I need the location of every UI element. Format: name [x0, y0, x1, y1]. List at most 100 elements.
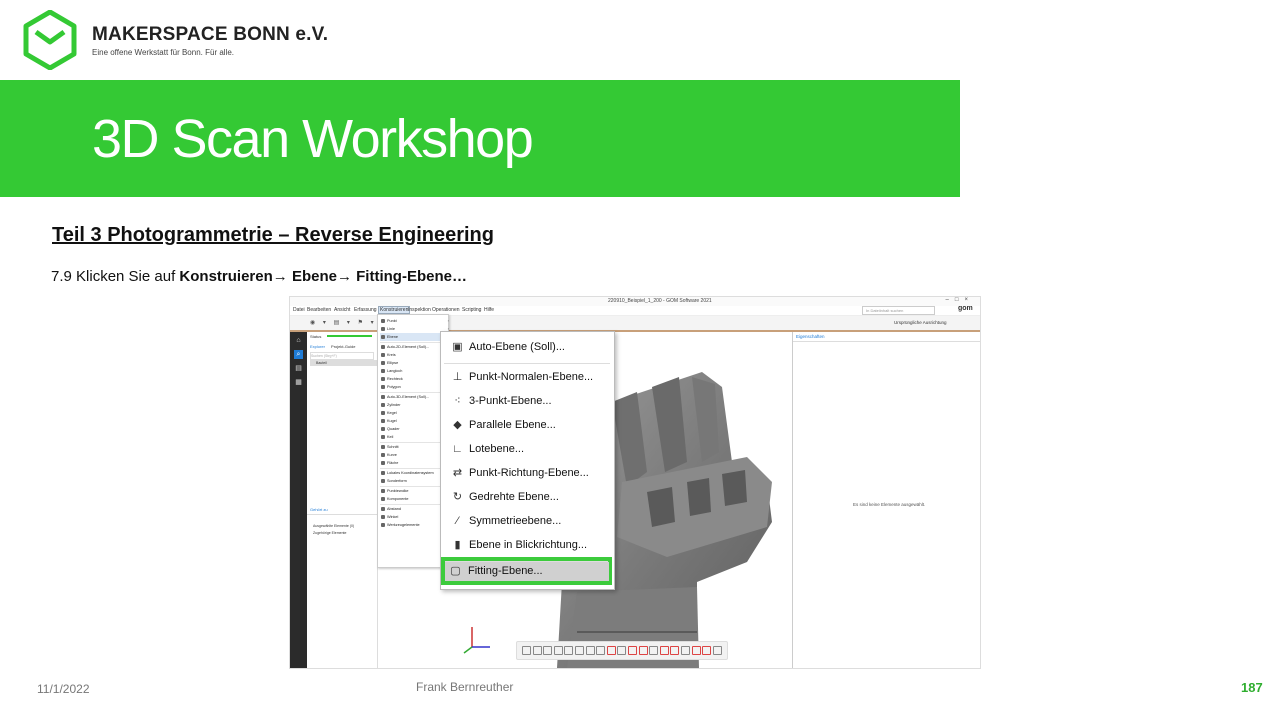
plane-menu-item[interactable]: ⁖ 3-Punkt-Ebene... [444, 391, 610, 411]
status-label: Status [310, 334, 322, 339]
view-tool-icon[interactable] [606, 646, 616, 655]
explorer-tabs[interactable]: Explorer Projekt-Guide [310, 344, 356, 349]
explorer-search-input[interactable]: Suchen (Strg+F) [310, 352, 374, 360]
plane-menu-item[interactable]: ◆ Parallele Ebene... [444, 415, 610, 435]
menu-item-fitting-ebene[interactable]: ▢ Fitting-Ebene... [445, 562, 609, 581]
construct-menu: Punkt›Linie›Ebene›Auto-2D-Element (Soll)… [377, 314, 451, 568]
instruction-text: 7.9 Klicken Sie auf Konstruieren→ Ebene→… [51, 268, 467, 285]
list-item[interactable]: Zugehörige Elemente [313, 531, 346, 535]
menu-item-icon [381, 345, 385, 349]
plane-tool-icon: ◆ [453, 419, 462, 431]
view-tool-icon[interactable] [691, 646, 701, 655]
view-tool-icon[interactable] [617, 646, 627, 655]
tree-node-bauteil[interactable]: Bauteil [310, 360, 380, 366]
menu-inspektion[interactable]: Inspektion [408, 307, 431, 313]
menu-item-icon [381, 427, 385, 431]
tab-eigenschaften[interactable]: Eigenschaften [796, 334, 825, 339]
plane-menu-item[interactable]: ▮ Ebene in Blickrichtung... [444, 535, 610, 555]
view-tool-icon[interactable] [553, 646, 563, 655]
axis-triad-icon [463, 627, 490, 654]
menu-operationen[interactable]: Operationen [432, 307, 460, 313]
view-tool-icon[interactable] [575, 646, 584, 655]
menu-item-label: Auto-2D-Element (Soll)... [387, 345, 430, 349]
menu-hilfe[interactable]: Hilfe [484, 307, 494, 313]
menu-bearbeiten[interactable]: Bearbeiten [307, 307, 331, 313]
plane-menu-item[interactable]: ⇄ Punkt-Richtung-Ebene... [444, 463, 610, 483]
home-icon[interactable]: ⌂ [294, 336, 303, 345]
makerspace-logo-icon [23, 10, 77, 70]
menu-erfassung[interactable]: Erfassung [354, 307, 377, 313]
plane-menu-item[interactable]: ↻ Gedrehte Ebene... [444, 487, 610, 507]
view-tool-icon[interactable] [681, 646, 690, 655]
search-icon[interactable]: ⌕ [294, 350, 303, 359]
arrow-icon: → [336, 268, 352, 285]
menu-item-label: Keil [387, 435, 394, 439]
menu-item-label: Quader [387, 427, 400, 431]
menu-item-icon [381, 471, 385, 475]
arrow-icon: → [272, 268, 288, 285]
menu-ansicht[interactable]: Ansicht [334, 307, 350, 313]
status-progress [327, 335, 372, 337]
properties-empty-text: Es sind keine Elemente ausgewählt. [853, 502, 926, 507]
divider [307, 514, 377, 515]
menu-item-label: Ebene in Blickrichtung... [469, 539, 588, 551]
menu-item-label: Fläche [387, 461, 399, 465]
menu-item-icon [381, 435, 385, 439]
tab-projekt-guide[interactable]: Projekt-Guide [331, 344, 355, 349]
org-tagline: Eine offene Werkstatt für Bonn. Für alle… [92, 48, 234, 57]
slide-title: 3D Scan Workshop [92, 109, 534, 169]
view-tool-icon[interactable] [659, 646, 669, 655]
list-item[interactable]: Ausgewählte Elemente (0) [313, 524, 354, 528]
plane-menu-item[interactable]: ⁄ Symmetrieebene... [444, 511, 610, 531]
view-tool-icon[interactable] [596, 646, 606, 655]
menu-item-label: Komponente [387, 497, 409, 501]
view-tool-icon[interactable] [649, 646, 659, 655]
menu-item-icon [381, 419, 385, 423]
plane-menu-item[interactable]: ∟ Lotebene... [444, 439, 610, 459]
menu-item-icon [381, 523, 385, 527]
view-tool-icon[interactable] [522, 646, 531, 655]
view-tool-icon[interactable] [532, 646, 542, 655]
plane-menu-item[interactable]: ▣ Auto-Ebene (Soll)... [444, 337, 610, 357]
view-tool-icon[interactable] [585, 646, 595, 655]
menu-item-label: Lokales Koordinatensystem [387, 471, 434, 475]
logo: MAKERSPACE BONN e.V. Eine offene Werksta… [22, 10, 362, 70]
view-tool-icon[interactable] [543, 646, 553, 655]
app-search-input[interactable]: In Dateiinhalt suchen [862, 306, 935, 315]
menu-item-label: Kugel [387, 419, 397, 423]
plane-tool-icon: ⁖ [454, 395, 461, 407]
view-tool-icon[interactable] [670, 646, 680, 655]
tab-explorer[interactable]: Explorer [310, 344, 325, 349]
view-toolbar [516, 641, 728, 660]
view-tool-icon[interactable] [564, 646, 574, 655]
alignment-select[interactable]: Ursprüngliche Ausrichtung [894, 320, 947, 325]
construct-menu-item[interactable]: Punkt › [380, 317, 451, 325]
menu-item-icon [381, 369, 385, 373]
section-title: Teil 3 Photogrammetrie – Reverse Enginee… [52, 224, 494, 246]
grid-icon[interactable]: ▦ [294, 378, 303, 387]
menu-item-label: Ebene [387, 335, 398, 339]
page-number: 187 [1241, 680, 1263, 695]
menu-item-icon [381, 327, 385, 331]
window-controls[interactable]: –□× [946, 297, 974, 303]
menu-datei[interactable]: Datei [293, 307, 305, 313]
menu-item-label: Auto-3D-Element (Soll)... [387, 395, 430, 399]
plane-submenu: ▣ Auto-Ebene (Soll)... ⊥ Punkt-Normalen-Ebe… [440, 331, 615, 590]
menu-item-label: Auto-Ebene (Soll)... [469, 341, 565, 353]
plane-menu-item[interactable]: ⊥ Punkt-Normalen-Ebene... [444, 367, 610, 387]
view-tool-icon[interactable] [638, 646, 648, 655]
view-tool-icon[interactable] [712, 646, 722, 655]
view-tool-icon[interactable] [702, 646, 712, 655]
menu-item-icon [381, 515, 385, 519]
menu-item-label: Kegel [387, 411, 397, 415]
menu-item-icon [381, 453, 385, 457]
view-tool-icon[interactable] [628, 646, 637, 655]
menu-item-label: 3-Punkt-Ebene... [469, 395, 552, 407]
menu-scripting[interactable]: Scripting [462, 307, 481, 313]
document-icon[interactable]: ▤ [294, 364, 303, 373]
menu-item-icon [381, 377, 385, 381]
tab-gehoert-zu[interactable]: Gehört zu [310, 507, 328, 512]
menu-konstruieren[interactable]: Konstruieren [378, 306, 411, 314]
menu-item-icon [381, 461, 385, 465]
menu-item-icon [381, 403, 385, 407]
